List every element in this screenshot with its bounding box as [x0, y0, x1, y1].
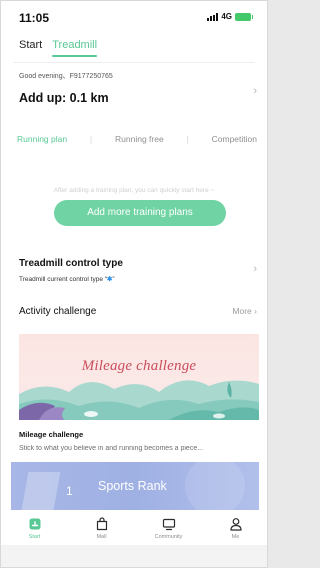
- top-tabs: Start Treadmill: [19, 39, 97, 57]
- nav-community[interactable]: Community: [142, 517, 196, 540]
- app-screen: 11:05 4G Start Treadmill Good evening、F9…: [0, 0, 268, 568]
- decorative-circle: [185, 462, 245, 510]
- status-bar: 11:05 4G: [1, 1, 267, 31]
- challenge-card-description: Stick to what you believe in and running…: [19, 445, 204, 452]
- home-indicator-area: [1, 545, 267, 567]
- activity-challenge-title: Activity challenge: [19, 306, 97, 317]
- greeting-text: Good evening、F9177250765: [19, 73, 113, 80]
- status-time: 11:05: [19, 11, 50, 25]
- network-type: 4G: [221, 12, 232, 21]
- tab-separator: |: [186, 134, 189, 144]
- control-type-suffix: ”: [112, 276, 115, 283]
- sports-rank-banner[interactable]: 1 Sports Rank: [11, 462, 259, 510]
- nav-start-label: Start: [28, 534, 41, 540]
- addup-distance[interactable]: Add up: 0.1 km: [19, 91, 109, 105]
- nav-start[interactable]: Start: [8, 517, 62, 540]
- person-icon: [229, 518, 242, 531]
- more-label: More: [232, 306, 252, 316]
- plan-tabs: Running plan | Running free | Competitio…: [17, 134, 257, 144]
- nav-me[interactable]: Me: [209, 517, 263, 540]
- tab-competition[interactable]: Competition: [212, 134, 257, 144]
- nav-community-label: Community: [154, 534, 183, 540]
- tab-running-plan[interactable]: Running plan: [17, 134, 67, 144]
- tab-start[interactable]: Start: [19, 39, 42, 51]
- nav-mall-label: Mall: [96, 534, 107, 540]
- chevron-right-icon: ›: [254, 306, 257, 316]
- banner-title: Mileage challenge: [81, 358, 197, 374]
- control-type-subtitle: Treadmill current control type “✱”: [19, 275, 115, 283]
- bottom-nav: Start Mall Community Me: [1, 511, 267, 547]
- rank-label: Sports Rank: [98, 479, 167, 493]
- divider: [13, 62, 255, 63]
- plan-hint: After adding a training plan, you can qu…: [53, 187, 215, 194]
- mileage-challenge-banner[interactable]: Mileage challenge: [19, 334, 259, 420]
- chevron-right-icon[interactable]: ›: [253, 85, 257, 97]
- tab-treadmill[interactable]: Treadmill: [52, 39, 97, 57]
- tab-running-free[interactable]: Running free: [115, 134, 164, 144]
- bag-icon: [96, 517, 107, 531]
- challenge-card-title[interactable]: Mileage challenge: [19, 430, 83, 439]
- signal-icon: [207, 12, 219, 21]
- mountains-illustration: [19, 380, 259, 420]
- nav-me-label: Me: [231, 534, 240, 540]
- nav-mall[interactable]: Mall: [75, 517, 129, 540]
- add-training-plans-button[interactable]: Add more training plans: [54, 200, 226, 226]
- start-icon: [29, 518, 40, 530]
- control-type-prefix: Treadmill current control type “: [19, 276, 107, 283]
- tab-separator: |: [90, 134, 93, 144]
- status-indicators: 4G: [207, 12, 253, 21]
- battery-icon: [235, 12, 253, 21]
- control-type-title[interactable]: Treadmill control type: [19, 258, 123, 269]
- monitor-icon: [162, 518, 175, 531]
- chevron-right-icon[interactable]: ›: [253, 263, 257, 275]
- rank-number: 1: [66, 484, 73, 498]
- more-link[interactable]: More ›: [232, 306, 257, 316]
- podium-shape: [21, 472, 61, 510]
